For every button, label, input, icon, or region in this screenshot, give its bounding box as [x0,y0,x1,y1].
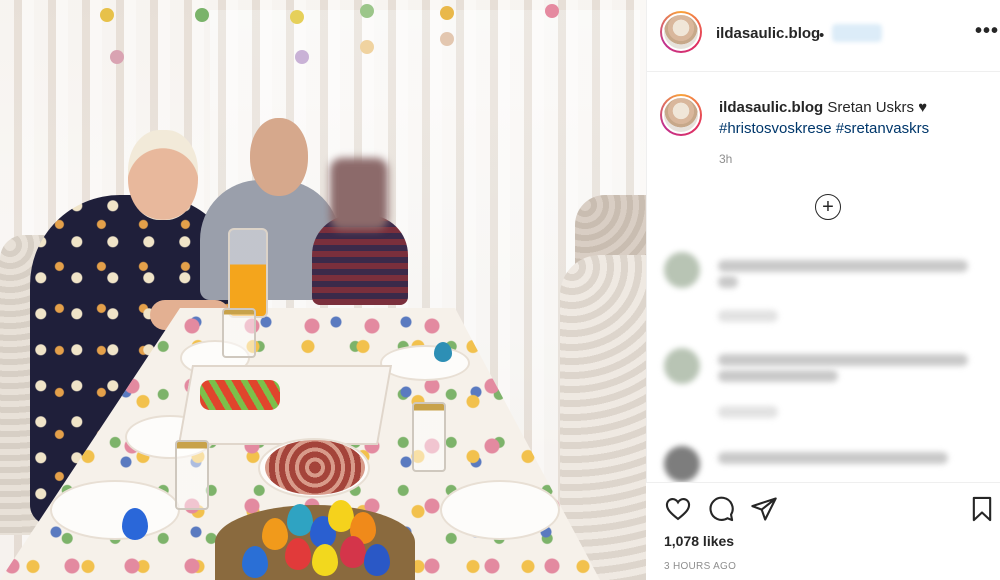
plus-circle-icon[interactable]: + [815,194,841,220]
easter-decoration [440,6,454,20]
easter-egg [434,342,452,362]
avatar-image [662,96,700,134]
caption-avatar[interactable] [660,94,702,136]
paper-plane-icon[interactable] [750,495,778,523]
easter-egg [364,544,390,576]
plate [50,480,180,540]
likes-count[interactable]: 1,078 likes [664,533,734,549]
caption-text: Sretan Uskrs [827,99,915,116]
easter-decoration [195,8,209,22]
comment-text-blurred [718,260,968,272]
easter-decoration [545,4,559,18]
caption-username[interactable]: ildasaulic.blog [719,99,823,116]
load-more-symbol: + [822,196,834,218]
post-photo[interactable] [0,0,646,580]
easter-decoration [295,50,309,64]
caption: ildasaulic.blog Sretan Uskrs ♥ #hristosv… [719,97,989,139]
heart-emoji: ♥ [918,99,928,116]
easter-decoration [440,32,454,46]
comment-text-blurred [718,354,968,366]
easter-decoration [110,50,124,64]
author-username[interactable]: ildasaulic.blog [716,25,820,42]
easter-egg [262,518,288,550]
caption-time: 3h [719,152,733,166]
easter-egg [122,508,148,540]
easter-egg [287,504,313,536]
follow-button-blurred[interactable] [832,24,882,42]
easter-egg [312,544,338,576]
comment-blurred [664,252,984,322]
post-timestamp[interactable]: 3 HOURS AGO [664,561,736,572]
vegetables [200,380,280,410]
comment-meta-blurred [718,310,778,322]
caption-hashtags[interactable]: #hristosvoskrese #sretanvaskrs [719,120,929,137]
heart-outline-icon[interactable] [664,495,692,523]
plate [380,345,470,381]
easter-decoration [360,4,374,18]
author-avatar[interactable] [660,11,702,53]
comment-text-blurred [718,276,738,288]
more-options-icon[interactable]: ••• [975,20,999,43]
comment-avatar [664,348,700,384]
comment-bubble-icon[interactable] [707,495,735,523]
glass [412,402,446,472]
easter-decoration [290,10,304,24]
header-separator: • [819,27,825,44]
person-man-head [250,118,308,196]
bookmark-icon[interactable] [968,495,996,523]
easter-decoration [100,8,114,22]
comment-blurred [664,348,984,418]
person-woman-head [128,130,198,220]
plate [440,480,560,540]
comment-text-blurred [718,370,838,382]
comment-blurred [664,446,984,482]
comment-meta-blurred [718,406,778,418]
comment-avatar [664,252,700,288]
comment-text-blurred [718,452,948,464]
glass [175,440,209,510]
glass [222,308,256,358]
juice-jug [228,228,268,318]
easter-decoration [360,40,374,54]
comment-avatar [664,446,700,482]
easter-egg [285,538,311,570]
avatar-image [662,13,700,51]
easter-egg [340,536,366,568]
blurred-face [330,158,388,230]
cold-cuts [265,440,365,495]
easter-egg [242,546,268,578]
